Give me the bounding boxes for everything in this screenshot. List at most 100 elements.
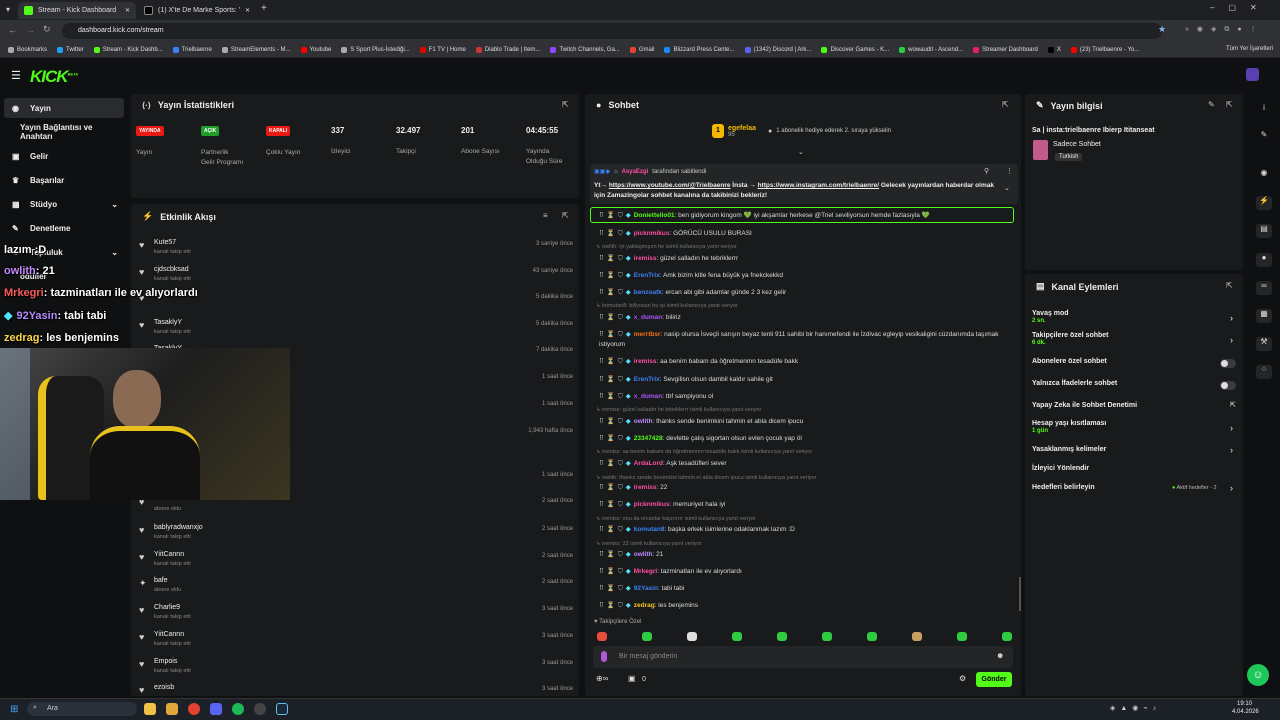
sidebar-item[interactable]: ◉ Yayın <box>4 98 124 118</box>
message-badges-icon[interactable]: ⠿⏳⛉ <box>599 501 626 508</box>
bookmark-item[interactable]: wowaudit - Ascend... <box>899 46 963 53</box>
chat-settings-icon[interactable]: ⚙ <box>959 674 966 683</box>
message-badges-icon[interactable]: ⠿⏳⛉ <box>599 568 626 575</box>
message-badges-icon[interactable]: ⠿⏳⛉ <box>599 418 626 425</box>
pinned-menu-icon[interactable]: ⋮ <box>1006 167 1013 175</box>
event-username[interactable]: YiitCannn <box>154 631 184 638</box>
taskbar-app-discord-icon[interactable] <box>210 703 222 715</box>
bookmark-item[interactable]: Twitter <box>57 46 84 53</box>
assistant-bubble-icon[interactable]: ☺ <box>1247 664 1269 686</box>
url-field[interactable]: dashboard.kick.com/stream <box>62 23 1162 39</box>
chat-username[interactable]: owlith <box>634 418 653 425</box>
chat-username[interactable]: picknmikus <box>634 230 670 237</box>
emote-icon[interactable] <box>597 632 607 641</box>
message-badges-icon[interactable]: ⠿⏳⛉ <box>599 255 626 262</box>
sidebar-item[interactable]: Yayın Bağlantısı ve Anahtarı <box>4 122 124 142</box>
message-badges-icon[interactable]: ⠿⏳⛉ <box>599 460 626 467</box>
tab-x-post[interactable]: (1) X'te De Marke Sports: "Italia ✕ <box>138 2 256 19</box>
message-badges-icon[interactable]: ⠿⏳⛉ <box>599 331 626 338</box>
apps-icon[interactable]: ⁘ <box>1256 365 1272 379</box>
taskbar-app-spotify-icon[interactable] <box>232 703 244 715</box>
event-username[interactable]: bafe <box>154 577 168 584</box>
chevron-right-icon[interactable]: › <box>1230 445 1233 455</box>
tool-icon[interactable]: ⚒ <box>1256 337 1272 351</box>
layers-icon[interactable]: ▦ <box>1256 309 1272 323</box>
emote-icon[interactable] <box>777 632 787 641</box>
chevron-right-icon[interactable]: › <box>1230 483 1233 493</box>
chat-username[interactable]: Mrkegri <box>634 568 657 575</box>
chat-username[interactable]: 23347428 <box>634 435 663 442</box>
bookmark-item[interactable]: F1 TV | Home <box>419 46 466 53</box>
chat-popout-icon[interactable]: ⇱ <box>1002 100 1009 109</box>
forward-icon[interactable]: → <box>26 25 35 35</box>
message-badges-icon[interactable]: ⠿⏳⛉ <box>599 289 626 296</box>
send-button[interactable]: Gönder <box>976 672 1012 687</box>
toggle-switch[interactable] <box>1220 381 1236 390</box>
bookmark-item[interactable]: Bookmarks <box>8 46 47 53</box>
taskbar-app-steam-icon[interactable] <box>276 703 288 715</box>
bookmark-item[interactable]: Twitch Channels, Ga... <box>550 46 620 53</box>
chevron-right-icon[interactable]: › <box>1230 423 1233 433</box>
chat-username[interactable]: iremiss <box>634 484 657 491</box>
event-username[interactable]: Kute57 <box>154 239 176 246</box>
message-badges-icon[interactable]: ⠿⏳⛉ <box>599 393 626 400</box>
tray-icons[interactable]: ◈▲◉⌁♪ <box>1110 704 1161 712</box>
taskbar-app-folder-icon[interactable] <box>166 703 178 715</box>
message-badges-icon[interactable]: ⠿⏳⛉ <box>599 551 626 558</box>
emote-icon[interactable] <box>957 632 967 641</box>
emoji-icon[interactable]: ☻ <box>996 651 1004 660</box>
message-badges-icon[interactable]: ⠿⏳⛉ <box>599 435 626 442</box>
bookmark-item[interactable]: Youtube <box>300 46 331 53</box>
points-icon[interactable]: ⊕∞ <box>596 674 608 683</box>
event-username[interactable]: Empois <box>154 658 177 665</box>
taskbar-app-obs-icon[interactable] <box>254 703 266 715</box>
message-badges-icon[interactable]: ⠿⏳⛉ <box>599 484 626 491</box>
tab-close-icon[interactable]: ✕ <box>245 7 250 14</box>
camera-icon[interactable]: ◉ <box>1256 168 1272 182</box>
filter-icon[interactable]: ≡ <box>543 211 548 220</box>
sidebar-item[interactable]: ♛ Başarılar <box>4 170 124 190</box>
emote-icon[interactable] <box>912 632 922 641</box>
message-badges-icon[interactable]: ⠿⏳⛉ <box>599 212 626 219</box>
menu-icon[interactable]: ☰ <box>11 69 21 82</box>
link-icon[interactable]: ∞ <box>1256 281 1272 295</box>
emote-icon[interactable] <box>822 632 832 641</box>
kick-logo[interactable]: KICKBETA <box>30 67 78 87</box>
message-badges-icon[interactable]: ⠿⏳⛉ <box>599 358 626 365</box>
info-popout-icon[interactable]: ⇱ <box>1226 100 1233 109</box>
chat-username[interactable]: ErenTrix <box>634 272 660 279</box>
reload-icon[interactable]: ↻ <box>43 24 51 35</box>
emote-icon[interactable] <box>687 632 697 641</box>
message-badges-icon[interactable]: ⠿⏳⛉ <box>599 314 626 321</box>
event-username[interactable]: TasaklyY <box>154 319 182 326</box>
chat-username[interactable]: Doniettello01 <box>634 212 675 219</box>
chat-username[interactable]: x_duman <box>634 393 663 400</box>
message-badges-icon[interactable]: ⠿⏳⛉ <box>599 526 626 533</box>
sidebar-item[interactable]: ✎ Denetleme <box>4 218 124 238</box>
unpin-icon[interactable]: ⚲ <box>984 167 989 175</box>
bookmark-item[interactable]: Trielbaenre <box>172 46 212 53</box>
chat-username[interactable]: merrtbsr <box>634 331 661 338</box>
chat-scrollbar[interactable] <box>1019 577 1021 611</box>
chat-username[interactable]: benzoatk <box>634 289 662 296</box>
all-bookmarks-link[interactable]: Tüm Yer İşaretleri <box>1226 46 1273 52</box>
edit-info-icon[interactable]: ✎ <box>1208 100 1215 109</box>
collapse-chevron-icon[interactable]: ⌄ <box>798 148 804 156</box>
chat-username[interactable]: ArdaLord <box>634 460 663 467</box>
taskbar-app-chrome-icon[interactable] <box>188 703 200 715</box>
actions-popout-icon[interactable]: ⇱ <box>1226 281 1233 290</box>
bookmark-item[interactable]: (23) Trielbaenre - Yo... <box>1070 46 1139 53</box>
gift-icon[interactable]: ▣ <box>628 674 636 683</box>
external-link-icon[interactable]: ⇱ <box>1230 401 1236 409</box>
chat-username[interactable]: komutan8 <box>634 526 665 533</box>
message-badges-icon[interactable]: ⠿⏳⛉ <box>599 602 626 609</box>
message-badges-icon[interactable]: ⠿⏳⛉ <box>599 230 626 237</box>
event-username[interactable]: ezoisb <box>154 684 174 691</box>
info-icon[interactable]: i <box>1256 103 1272 117</box>
emote-icon[interactable] <box>1002 632 1012 641</box>
emote-icon[interactable] <box>867 632 877 641</box>
sidebar-item[interactable]: ▦ Stüdyo ⌄ <box>4 194 124 214</box>
event-username[interactable]: cjdscbksad <box>154 266 189 273</box>
chat-username[interactable]: owlith <box>634 551 653 558</box>
back-icon[interactable]: ← <box>8 25 17 35</box>
